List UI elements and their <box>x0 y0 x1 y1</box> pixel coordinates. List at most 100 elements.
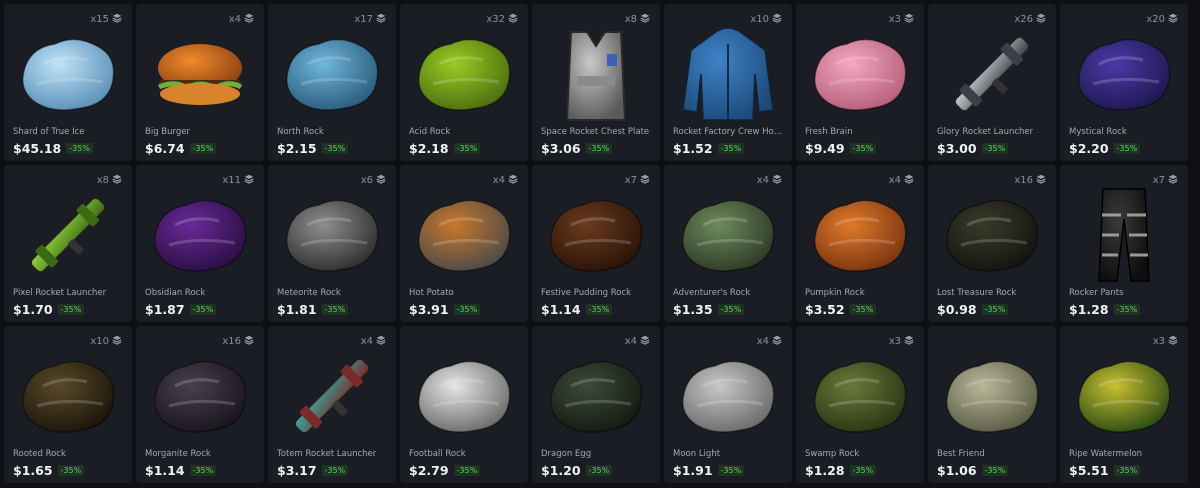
item-name: Moon Light <box>673 449 721 459</box>
item-name: Swamp Rock <box>805 449 860 459</box>
item-card[interactable]: x15 Shard of True Ice $45.18 -35% <box>4 4 132 161</box>
item-card[interactable]: x3 Ripe Watermelon $5.51 -35% <box>1060 326 1188 483</box>
rock-icon <box>1060 24 1188 124</box>
price-row: $3.91 -35% <box>409 302 481 317</box>
item-price: $1.14 <box>145 463 185 478</box>
discount-badge: -35% <box>189 465 217 476</box>
item-card[interactable]: x11 Obsidian Rock $1.87 -35% <box>136 165 264 322</box>
item-card[interactable]: Football Rock $2.79 -35% <box>400 326 528 483</box>
item-price: $1.91 <box>673 463 713 478</box>
item-card[interactable]: x4 Pumpkin Rock $3.52 -35% <box>796 165 924 322</box>
price-row: $6.74 -35% <box>145 141 217 156</box>
rock-icon <box>532 185 660 285</box>
discount-badge: -35% <box>453 143 481 154</box>
discount-badge: -35% <box>453 465 481 476</box>
item-name: Meteorite Rock <box>277 288 341 298</box>
item-price: $45.18 <box>13 141 62 156</box>
item-card[interactable]: x8 Pixel Rocket Launcher $1.70 -35% <box>4 165 132 322</box>
item-card[interactable]: Best Friend $1.06 -35% <box>928 326 1056 483</box>
item-name: Obsidian Rock <box>145 288 206 298</box>
price-row: $2.79 -35% <box>409 463 481 478</box>
item-name: Rocket Factory Crew Hoo... <box>673 127 786 137</box>
discount-badge: -35% <box>717 304 745 315</box>
item-card[interactable]: x8 Space Rocket Chest Plate $3.06 -35% <box>532 4 660 161</box>
rock-icon <box>796 185 924 285</box>
discount-badge: -35% <box>189 143 217 154</box>
rock-icon <box>4 346 132 446</box>
item-price: $2.18 <box>409 141 449 156</box>
item-price: $6.74 <box>145 141 185 156</box>
discount-badge: -35% <box>585 143 613 154</box>
discount-badge: -35% <box>849 304 877 315</box>
item-card[interactable]: x17 North Rock $2.15 -35% <box>268 4 396 161</box>
item-price: $1.87 <box>145 302 185 317</box>
rock-icon <box>400 346 528 446</box>
price-row: $2.18 -35% <box>409 141 481 156</box>
item-price: $1.70 <box>13 302 53 317</box>
discount-badge: -35% <box>981 304 1009 315</box>
price-row: $1.65 -35% <box>13 463 85 478</box>
rock-icon <box>400 24 528 124</box>
item-card[interactable]: x7 Rocker Pants $1.28 -35% <box>1060 165 1188 322</box>
item-name: Totem Rocket Launcher <box>277 449 377 459</box>
item-name: Pixel Rocket Launcher <box>13 288 107 298</box>
discount-badge: -35% <box>453 304 481 315</box>
item-card[interactable]: x4 Moon Light $1.91 -35% <box>664 326 792 483</box>
item-card[interactable]: x16 Morganite Rock $1.14 -35% <box>136 326 264 483</box>
burger-icon <box>136 24 264 124</box>
item-name: Big Burger <box>145 127 190 137</box>
price-row: $3.06 -35% <box>541 141 613 156</box>
item-card[interactable]: x16 Lost Treasure Rock $0.98 -35% <box>928 165 1056 322</box>
discount-badge: -35% <box>585 304 613 315</box>
item-name: Lost Treasure Rock <box>937 288 1017 298</box>
price-row: $1.28 -35% <box>805 463 877 478</box>
item-price: $3.17 <box>277 463 317 478</box>
item-card[interactable]: x4 Dragon Egg $1.20 -35% <box>532 326 660 483</box>
item-name: Adventurer's Rock <box>673 288 751 298</box>
vest-icon <box>532 24 660 124</box>
item-card[interactable]: x4 Big Burger $6.74 -35% <box>136 4 264 161</box>
item-name: North Rock <box>277 127 324 137</box>
discount-badge: -35% <box>57 304 85 315</box>
price-row: $5.51 -35% <box>1069 463 1141 478</box>
launcher-icon <box>4 185 132 285</box>
rock-icon <box>1060 346 1188 446</box>
item-price: $3.00 <box>937 141 977 156</box>
item-card[interactable]: x26 Glory Rocket Launcher $3.00 -35% <box>928 4 1056 161</box>
discount-badge: -35% <box>1113 304 1141 315</box>
item-name: Dragon Egg <box>541 449 592 459</box>
discount-badge: -35% <box>57 465 85 476</box>
price-row: $45.18 -35% <box>13 141 93 156</box>
item-name: Pumpkin Rock <box>805 288 865 298</box>
item-name: Acid Rock <box>409 127 451 137</box>
price-row: $2.15 -35% <box>277 141 349 156</box>
item-name: Space Rocket Chest Plate <box>541 127 650 137</box>
rock-icon <box>664 185 792 285</box>
item-name: Mystical Rock <box>1069 127 1127 137</box>
rock-icon <box>400 185 528 285</box>
item-card[interactable]: x4 Adventurer's Rock $1.35 -35% <box>664 165 792 322</box>
price-row: $1.28 -35% <box>1069 302 1141 317</box>
item-price: $5.51 <box>1069 463 1109 478</box>
item-name: Football Rock <box>409 449 466 459</box>
item-card[interactable]: x3 Fresh Brain $9.49 -35% <box>796 4 924 161</box>
item-price: $0.98 <box>937 302 977 317</box>
rock-icon <box>268 185 396 285</box>
discount-badge: -35% <box>321 465 349 476</box>
price-row: $1.06 -35% <box>937 463 1009 478</box>
item-card[interactable]: x20 Mystical Rock $2.20 -35% <box>1060 4 1188 161</box>
item-card[interactable]: x7 Festive Pudding Rock $1.14 -35% <box>532 165 660 322</box>
item-price: $3.06 <box>541 141 581 156</box>
rock-icon <box>532 346 660 446</box>
item-name: Morganite Rock <box>145 449 211 459</box>
item-card[interactable]: x10 Rooted Rock $1.65 -35% <box>4 326 132 483</box>
item-card[interactable]: x6 Meteorite Rock $1.81 -35% <box>268 165 396 322</box>
rock-icon <box>928 346 1056 446</box>
item-card[interactable]: x4 Totem Rocket Launcher $3.17 -35% <box>268 326 396 483</box>
item-price: $1.52 <box>673 141 713 156</box>
item-card[interactable]: x3 Swamp Rock $1.28 -35% <box>796 326 924 483</box>
item-card[interactable]: x32 Acid Rock $2.18 -35% <box>400 4 528 161</box>
price-row: $1.52 -35% <box>673 141 745 156</box>
item-card[interactable]: x10 Rocket Factory Crew Hoo... $1.52 -35% <box>664 4 792 161</box>
item-card[interactable]: x4 Hot Potato $3.91 -35% <box>400 165 528 322</box>
